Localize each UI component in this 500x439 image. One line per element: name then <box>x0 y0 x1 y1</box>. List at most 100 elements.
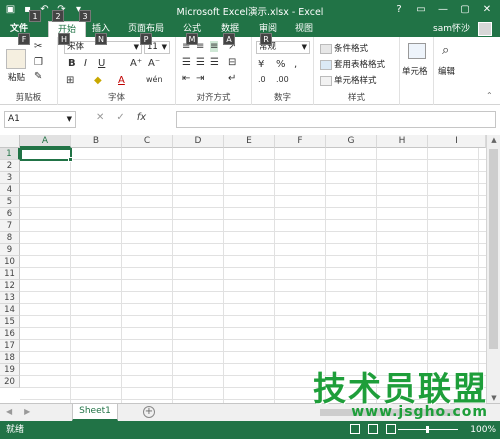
row-header[interactable]: 7 <box>0 220 20 232</box>
row-header[interactable]: 10 <box>0 256 20 268</box>
active-cell[interactable] <box>20 148 73 162</box>
keytip-insert: N <box>95 33 107 45</box>
add-sheet-button[interactable]: + <box>143 406 155 418</box>
insert-function-button[interactable]: fx <box>137 112 146 123</box>
column-header[interactable]: H <box>377 135 428 148</box>
row-header[interactable]: 16 <box>0 328 20 340</box>
border-icon[interactable]: ⊞ <box>66 75 74 86</box>
row-header[interactable]: 12 <box>0 280 20 292</box>
row-header[interactable]: 9 <box>0 244 20 256</box>
row-header[interactable]: 19 <box>0 364 20 376</box>
paste-button[interactable]: 粘贴 <box>8 71 25 83</box>
align-right-icon[interactable]: ☰ <box>210 57 219 68</box>
avatar[interactable] <box>478 22 492 36</box>
increase-decimal-icon[interactable]: .0 <box>258 75 266 84</box>
ribbon-display-button[interactable]: ▭ <box>410 2 432 18</box>
cell-styles-button[interactable]: 单元格样式 <box>320 74 377 86</box>
row-header[interactable]: 1 <box>0 148 20 160</box>
row-header[interactable]: 17 <box>0 340 20 352</box>
font-grow-icon[interactable]: A⁺ <box>130 58 142 69</box>
select-all-corner[interactable] <box>0 135 20 148</box>
row-header[interactable]: 2 <box>0 160 20 172</box>
row-header[interactable]: 11 <box>0 268 20 280</box>
zoom-slider[interactable] <box>398 426 458 433</box>
normal-view-icon[interactable] <box>350 424 360 434</box>
row-header[interactable]: 15 <box>0 316 20 328</box>
next-sheet-icon[interactable]: ▶ <box>24 407 30 416</box>
enter-icon[interactable]: ✓ <box>116 112 124 123</box>
column-header[interactable]: E <box>224 135 275 148</box>
page-layout-view-icon[interactable] <box>368 424 378 434</box>
wrap-text-icon[interactable]: ↵ <box>228 73 236 84</box>
decrease-decimal-icon[interactable]: .00 <box>276 75 289 84</box>
keytip-page-layout: P <box>140 33 152 45</box>
minimize-button[interactable]: — <box>432 2 454 18</box>
page-break-view-icon[interactable] <box>386 424 396 434</box>
name-box-value: A1 <box>8 114 20 124</box>
align-left-icon[interactable]: ☰ <box>182 57 191 68</box>
font-shrink-icon[interactable]: A⁻ <box>148 58 160 69</box>
conditional-formatting-button[interactable]: 条件格式 <box>320 42 368 54</box>
format-as-table-button[interactable]: 套用表格格式 <box>320 58 385 70</box>
group-cells[interactable]: 单元格 <box>400 37 434 105</box>
underline-button[interactable]: U <box>98 58 105 69</box>
fill-handle[interactable] <box>68 157 73 162</box>
maximize-button[interactable]: ▢ <box>454 2 476 18</box>
help-button[interactable]: ? <box>388 2 410 18</box>
prev-sheet-icon[interactable]: ◀ <box>6 407 12 416</box>
font-color-icon[interactable]: A <box>118 75 125 86</box>
column-header[interactable]: D <box>173 135 224 148</box>
column-header[interactable]: C <box>122 135 173 148</box>
row-header[interactable]: 8 <box>0 232 20 244</box>
row-header[interactable]: 3 <box>0 172 20 184</box>
row-header[interactable]: 5 <box>0 196 20 208</box>
row-header[interactable]: 6 <box>0 208 20 220</box>
increase-indent-icon[interactable]: ⇥ <box>196 73 204 84</box>
row-header[interactable]: 18 <box>0 352 20 364</box>
comma-style-icon[interactable]: , <box>294 59 297 70</box>
format-painter-icon[interactable]: ✎ <box>34 71 42 82</box>
merge-center-icon[interactable]: ⊟ <box>228 57 236 68</box>
bold-button[interactable]: B <box>68 58 76 69</box>
formula-input[interactable] <box>176 111 496 128</box>
row-header[interactable]: 14 <box>0 304 20 316</box>
column-header[interactable]: F <box>275 135 326 148</box>
group-font: 宋体 ▼ 11 ▼ B I U A⁺ A⁻ ⊞ ◆ A wén 字体 <box>58 37 176 105</box>
row-header[interactable]: 13 <box>0 292 20 304</box>
scroll-down-icon[interactable]: ▼ <box>487 394 500 402</box>
cancel-icon[interactable]: ✕ <box>96 112 104 123</box>
phonetic-icon[interactable]: wén <box>146 75 163 84</box>
close-button[interactable]: ✕ <box>476 2 498 18</box>
column-header[interactable]: I <box>428 135 486 148</box>
cells-label: 单元格 <box>402 67 428 77</box>
row-header[interactable]: 4 <box>0 184 20 196</box>
column-header[interactable]: A <box>20 135 71 148</box>
currency-icon[interactable]: ¥ <box>258 59 264 70</box>
collapse-ribbon-icon[interactable]: ⌃ <box>486 91 493 100</box>
name-box[interactable]: A1 ▼ <box>4 111 76 128</box>
scroll-up-icon[interactable]: ▲ <box>487 136 500 144</box>
column-header[interactable]: B <box>71 135 122 148</box>
zoom-slider-thumb[interactable] <box>426 426 429 433</box>
group-editing[interactable]: ⌕ 编辑 <box>434 37 464 105</box>
decrease-indent-icon[interactable]: ⇤ <box>182 73 190 84</box>
row-header[interactable]: 20 <box>0 376 20 388</box>
sheet-tab-sheet1[interactable]: Sheet1 <box>72 404 118 421</box>
italic-button[interactable]: I <box>84 58 87 69</box>
user-name[interactable]: sam怀沙 <box>433 21 470 37</box>
align-bottom-icon[interactable]: ≡ <box>210 41 219 52</box>
cut-icon[interactable]: ✂ <box>34 41 42 52</box>
formula-bar: A1 ▼ ✕ ✓ fx <box>0 108 500 130</box>
fill-color-icon[interactable]: ◆ <box>94 75 102 86</box>
percent-icon[interactable]: % <box>276 59 286 70</box>
group-label-font: 字体 <box>107 93 125 103</box>
zoom-level[interactable]: 100% <box>470 421 496 439</box>
paste-icon[interactable] <box>6 49 26 69</box>
vertical-scroll-thumb[interactable] <box>489 149 498 349</box>
copy-icon[interactable]: ❐ <box>34 57 43 68</box>
vertical-scrollbar[interactable]: ▲ ▼ <box>486 135 500 403</box>
column-header[interactable]: G <box>326 135 377 148</box>
group-styles: 条件格式 套用表格格式 单元格样式 样式 <box>314 37 400 105</box>
align-center-icon[interactable]: ☰ <box>196 57 205 68</box>
tab-view[interactable]: 视图 <box>290 21 318 37</box>
